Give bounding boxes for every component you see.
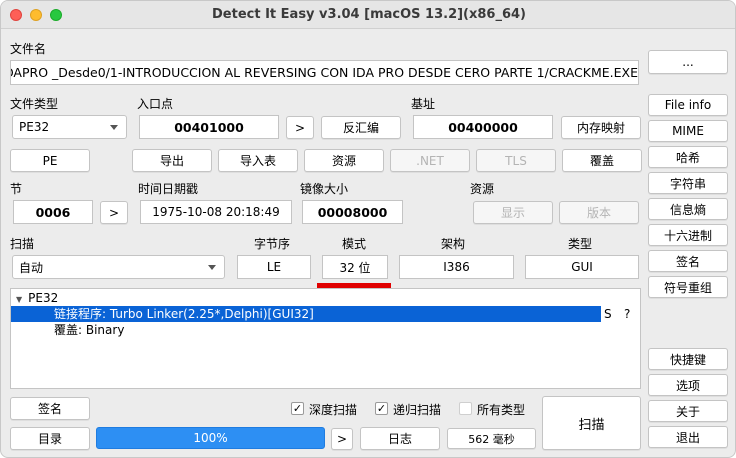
tree-item-overlay[interactable]: 覆盖: Binary	[54, 322, 124, 338]
resources-version-button[interactable]: 版本	[559, 201, 639, 224]
options-button[interactable]: 选项	[648, 374, 728, 396]
overlay-button[interactable]: 覆盖	[562, 149, 642, 172]
timestamp-label: 时间日期戳	[138, 182, 199, 196]
exit-button[interactable]: 退出	[648, 426, 728, 448]
entry-point-field[interactable]: 00401000	[139, 115, 279, 139]
image-size-field[interactable]: 00008000	[302, 200, 403, 224]
entry-point-label: 入口点	[137, 97, 174, 111]
memory-map-button[interactable]: 内存映射	[561, 116, 641, 139]
signatures-button[interactable]: 签名	[10, 397, 90, 420]
all-types-checkbox[interactable]	[459, 402, 472, 415]
strings-button[interactable]: 字符串	[648, 172, 728, 194]
progress-next-button[interactable]: >	[331, 428, 353, 450]
endianness-field[interactable]: LE	[237, 255, 311, 279]
scan-button[interactable]: 扫描	[542, 396, 641, 450]
deep-scan-label: 深度扫描	[309, 403, 358, 417]
tree-item-linker[interactable]: 链接程序: Turbo Linker(2.25*,Delphi)[GUI32]	[54, 306, 314, 322]
directory-button[interactable]: 目录	[10, 427, 90, 450]
file-path-field[interactable]: OAPRO _Desde0/1-INTRODUCCION AL REVERSIN…	[10, 60, 639, 85]
entropy-button[interactable]: 信息熵	[648, 198, 728, 220]
browse-button[interactable]: ...	[648, 50, 728, 74]
file-path-text: OAPRO _Desde0/1-INTRODUCCION AL REVERSIN…	[10, 65, 638, 80]
sections-field[interactable]: 0006	[13, 200, 93, 224]
file-type-select[interactable]: PE32	[12, 115, 127, 139]
base-address-field[interactable]: 00400000	[413, 115, 553, 139]
dotnet-button[interactable]: .NET	[390, 149, 470, 172]
results-tree[interactable]: ▼ PE32 链接程序: Turbo Linker(2.25*,Delphi)[G…	[10, 288, 641, 389]
resources-button[interactable]: 资源	[304, 149, 384, 172]
type-field[interactable]: GUI	[525, 255, 639, 279]
chevron-down-icon	[110, 125, 118, 130]
timestamp-field[interactable]: 1975-10-08 20:18:49	[140, 200, 292, 224]
resources-label: 资源	[470, 182, 495, 196]
recursive-scan-checkbox[interactable]: ✓	[375, 402, 388, 415]
pe-button[interactable]: PE	[10, 149, 90, 172]
export-button[interactable]: 导出	[132, 149, 212, 172]
scan-mode-select[interactable]: 自动	[12, 255, 225, 279]
info-flag[interactable]: ?	[624, 306, 630, 322]
architecture-label: 架构	[441, 237, 466, 251]
mode-field[interactable]: 32 位	[322, 255, 388, 279]
endianness-label: 字节序	[254, 237, 291, 251]
base-address-label: 基址	[411, 97, 436, 111]
image-size-label: 镜像大小	[300, 182, 349, 196]
scan-progress-bar: 100%	[96, 427, 325, 449]
title-bar: Detect It Easy v3.04 [macOS 13.2](x86_64…	[1, 1, 735, 29]
scan-mode-value: 自动	[19, 260, 44, 275]
window-title: Detect It Easy v3.04 [macOS 13.2](x86_64…	[212, 7, 526, 22]
disclosure-triangle-icon[interactable]: ▼	[16, 295, 22, 304]
file-type-value: PE32	[19, 120, 50, 134]
demangle-button[interactable]: 符号重组	[648, 276, 728, 298]
all-types-label: 所有类型	[477, 403, 526, 417]
tls-button[interactable]: TLS	[476, 149, 556, 172]
deep-scan-checkbox[interactable]: ✓	[291, 402, 304, 415]
file-name-label: 文件名	[10, 42, 47, 56]
file-type-label: 文件类型	[10, 97, 59, 111]
file-info-button[interactable]: File info	[648, 94, 728, 116]
disassemble-button[interactable]: 反汇编	[321, 116, 401, 139]
chevron-down-icon	[208, 265, 216, 270]
log-button[interactable]: 日志	[360, 427, 440, 450]
about-button[interactable]: 关于	[648, 400, 728, 422]
hex-button[interactable]: 十六进制	[648, 224, 728, 246]
mode-label: 模式	[342, 237, 367, 251]
sections-next-button[interactable]: >	[100, 201, 128, 224]
elapsed-time-badge: 562 毫秒	[447, 428, 536, 449]
architecture-field[interactable]: I386	[399, 255, 514, 279]
main-window: Detect It Easy v3.04 [macOS 13.2](x86_64…	[0, 0, 736, 458]
sections-label: 节	[10, 182, 23, 196]
tree-root[interactable]: ▼ PE32	[16, 290, 58, 306]
recursive-scan-label: 递归扫描	[393, 403, 442, 417]
signatures-side-button[interactable]: 签名	[648, 250, 728, 272]
resources-show-button[interactable]: 显示	[473, 201, 553, 224]
hash-button[interactable]: 哈希	[648, 146, 728, 168]
entry-point-next-button[interactable]: >	[286, 116, 314, 139]
import-button[interactable]: 导入表	[218, 149, 298, 172]
shortcuts-button[interactable]: 快捷键	[648, 348, 728, 370]
signature-flag[interactable]: S	[604, 306, 612, 322]
tree-root-label: PE32	[28, 291, 59, 305]
scan-label: 扫描	[10, 237, 35, 251]
mime-button[interactable]: MIME	[648, 120, 728, 142]
type-label: 类型	[568, 237, 593, 251]
